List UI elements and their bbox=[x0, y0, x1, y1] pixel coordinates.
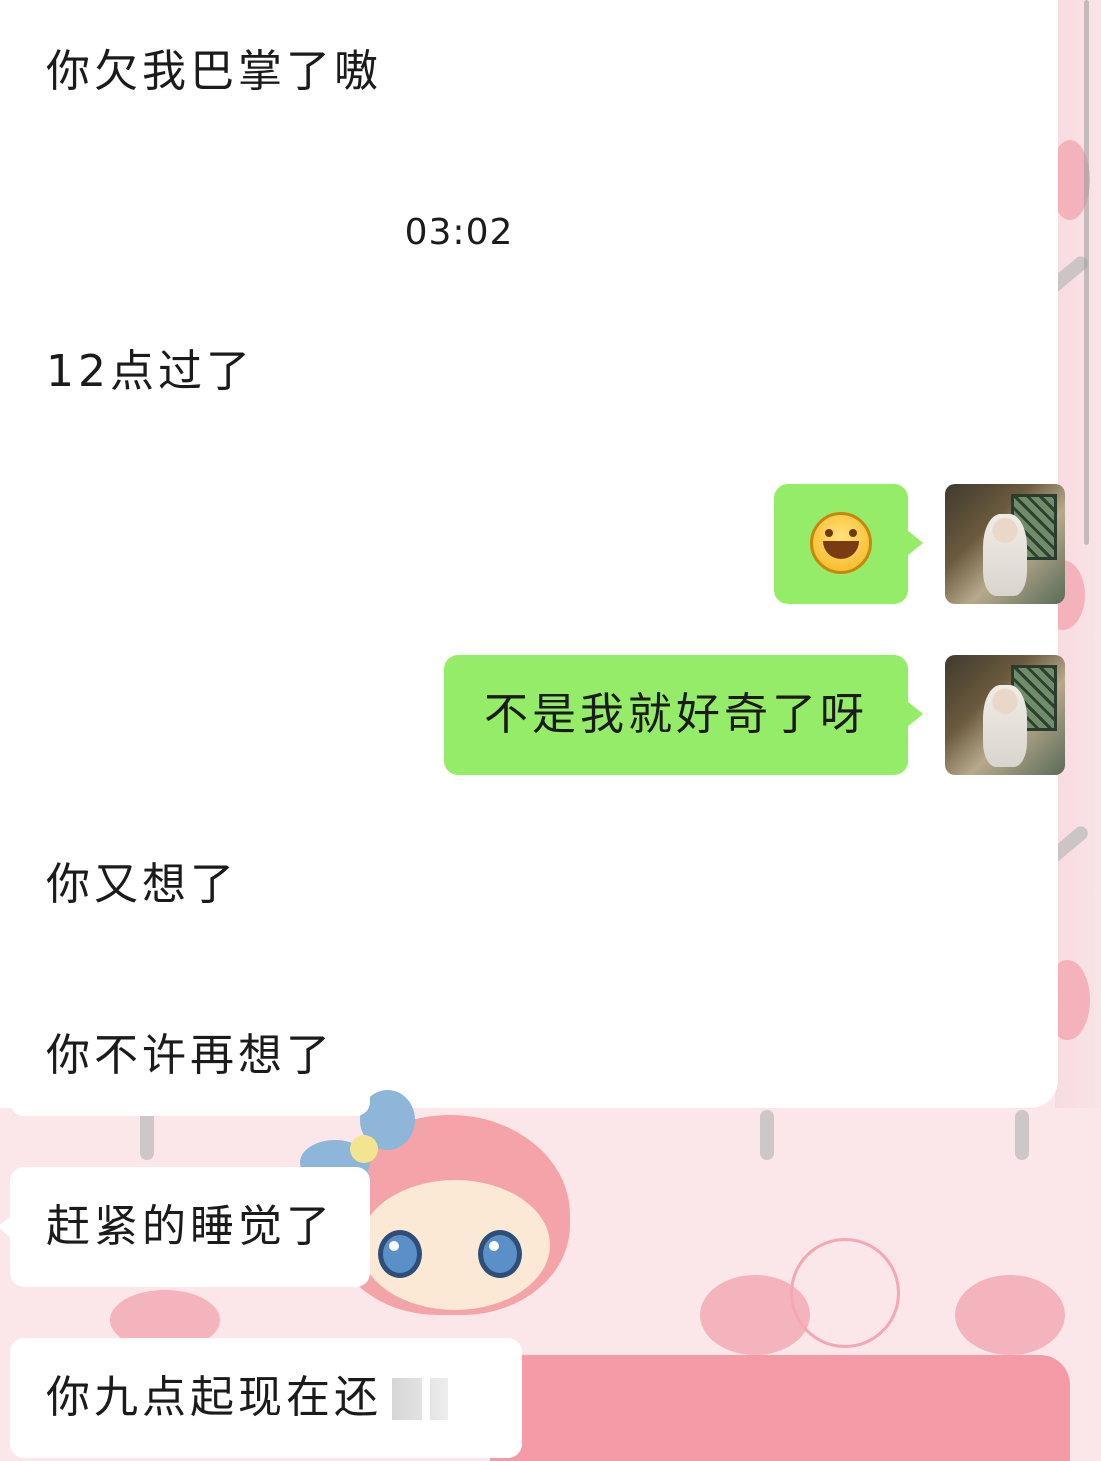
message-bubble-incoming[interactable]: 你又想了 bbox=[10, 825, 274, 945]
bunny-stamp-icon bbox=[790, 1238, 900, 1348]
message-text: 赶紧的睡觉了 bbox=[46, 1201, 334, 1252]
message-bubble-outgoing[interactable]: 不是我就好奇了呀 bbox=[444, 655, 923, 775]
message-text: 你不许再想了 bbox=[46, 1030, 334, 1081]
wallpaper-pink-bar bbox=[490, 1355, 1070, 1461]
fox-eye-right bbox=[478, 1230, 522, 1278]
message-bubble-outgoing-emoji[interactable] bbox=[774, 484, 923, 604]
message-text: 12点过了 bbox=[46, 346, 254, 397]
scrollbar[interactable] bbox=[1084, 0, 1089, 545]
user-avatar[interactable] bbox=[945, 484, 1065, 604]
message-bubble-incoming[interactable]: 赶紧的睡觉了 bbox=[0, 1167, 370, 1287]
wallpaper-leaf bbox=[760, 1110, 774, 1160]
user-avatar[interactable] bbox=[945, 655, 1065, 775]
grinning-face-icon bbox=[810, 512, 872, 574]
message-text: 不是我就好奇了呀 bbox=[484, 689, 868, 740]
fox-eye-left bbox=[378, 1230, 422, 1278]
message-text: 你欠我巴掌了嗷 bbox=[46, 46, 382, 97]
message-text: 你九点起现在还 bbox=[46, 1372, 382, 1423]
wallpaper-blob bbox=[955, 1275, 1065, 1355]
message-bubble-incoming[interactable]: 12点过了 bbox=[10, 312, 290, 432]
text-fade-overlay bbox=[375, 1375, 485, 1445]
wallpaper-leaf bbox=[140, 1110, 154, 1160]
message-text: 你又想了 bbox=[46, 859, 238, 910]
message-bubble-incoming[interactable]: 你欠我巴掌了嗷 bbox=[10, 12, 418, 132]
chat-timestamp: 03:02 bbox=[404, 212, 514, 253]
message-bubble-incoming[interactable]: 你不许再想了 bbox=[10, 996, 370, 1116]
wallpaper-leaf bbox=[1015, 1110, 1029, 1160]
